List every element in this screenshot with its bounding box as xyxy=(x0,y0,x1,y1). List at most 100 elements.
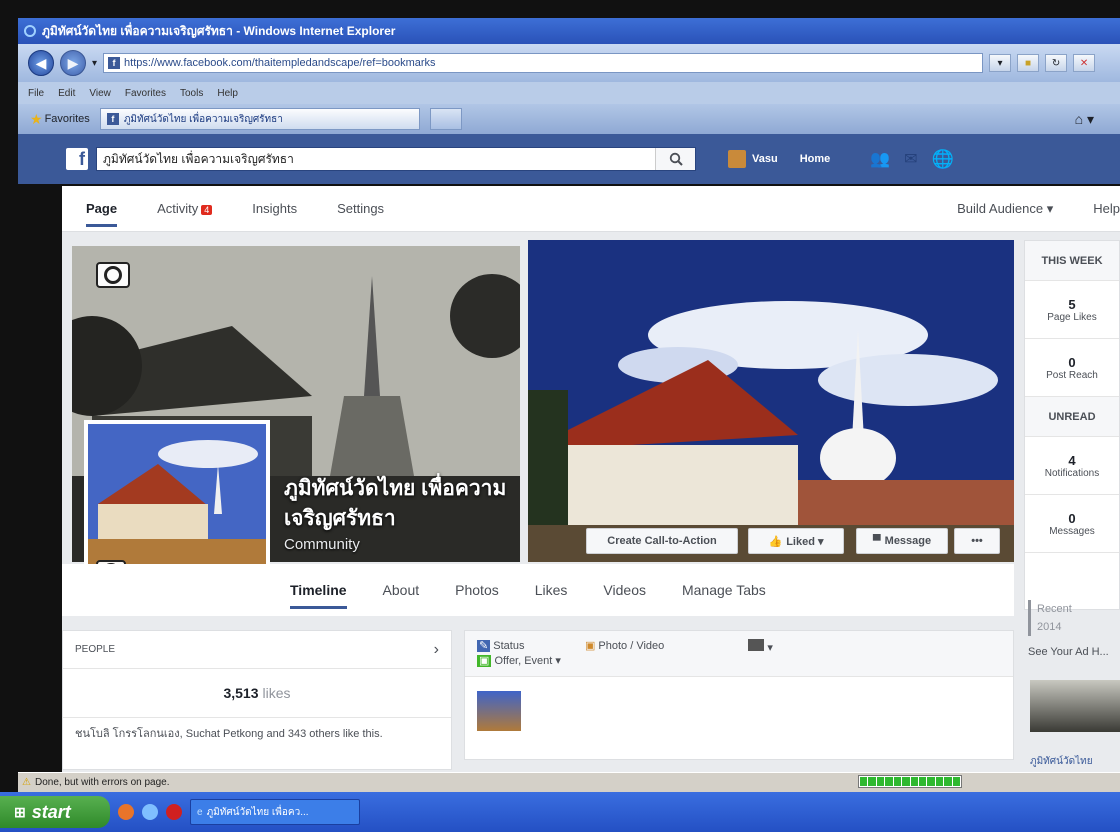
tab-videos[interactable]: Videos xyxy=(603,582,646,598)
composer-avatar xyxy=(477,691,521,731)
messages-label: Messages xyxy=(1049,525,1095,537)
post-as-selector[interactable]: ▾ xyxy=(748,639,773,654)
year-2014[interactable]: 2014 xyxy=(1037,618,1072,636)
taskbar-item-label: ภูมิทัศน์วัดไทย เพื่อคว... xyxy=(206,806,309,818)
quicklaunch-firefox-icon[interactable] xyxy=(118,804,134,820)
ad-preview-image[interactable] xyxy=(1030,680,1120,732)
forward-button[interactable]: ▶ xyxy=(60,50,86,76)
notifications-stat[interactable]: 4 Notifications xyxy=(1025,437,1119,495)
offer-event-label: Offer, Event ▾ xyxy=(494,655,561,667)
menu-help[interactable]: Help xyxy=(217,88,238,99)
quicklaunch-ie-icon[interactable] xyxy=(142,804,158,820)
build-audience-menu[interactable]: Build Audience ▾ xyxy=(957,201,1053,217)
tab-activity[interactable]: Activity 4 xyxy=(157,201,213,216)
progress-segment xyxy=(876,777,885,786)
tab-favicon-icon: f xyxy=(106,113,119,125)
recent-nav[interactable]: Recent 2014 xyxy=(1028,600,1072,636)
message-bubble-icon: ▀ xyxy=(872,535,881,547)
warning-icon[interactable]: ⚠ xyxy=(22,777,31,788)
start-label: start xyxy=(31,801,71,822)
activity-badge: 4 xyxy=(201,205,213,215)
search-icon[interactable] xyxy=(655,148,695,170)
search-input[interactable]: ภูมิทัศน์วัดไทย เพื่อความเจริญศรัทธา xyxy=(96,147,696,171)
message-label: Message xyxy=(884,535,932,547)
favorites-button[interactable]: Favorites xyxy=(45,113,90,125)
favorites-star-icon[interactable]: ★ xyxy=(30,111,43,128)
help-link[interactable]: Help xyxy=(1093,201,1120,216)
progress-segment xyxy=(860,777,868,786)
likes-summary: 3,513 likes xyxy=(63,669,451,717)
menu-bar: File Edit View Favorites Tools Help xyxy=(18,82,1120,104)
people-header[interactable]: PEOPLE › xyxy=(63,631,451,669)
user-name-link[interactable]: Vasu xyxy=(752,153,778,165)
people-heading: PEOPLE xyxy=(75,644,116,655)
address-row: ◀ ▶ ▾ f https://www.facebook.com/thaitem… xyxy=(18,44,1120,82)
post-reach-stat[interactable]: 0 Post Reach xyxy=(1025,339,1119,397)
tab-page[interactable]: Page xyxy=(86,201,118,227)
liked-label: Liked ▾ xyxy=(786,535,824,548)
cover-photo-right xyxy=(528,240,1014,562)
address-bar[interactable]: f https://www.facebook.com/thaitempledan… xyxy=(103,53,984,73)
status-text: Done, but with errors on page. xyxy=(34,777,170,788)
quicklaunch-opera-icon[interactable] xyxy=(166,804,182,820)
more-options-button[interactable]: ••• xyxy=(954,528,1000,554)
nav-dropdown-icon[interactable]: ▾ xyxy=(92,58,97,69)
friends-like-text[interactable]: ชนโบลิ โกรรโลกนเอง, Suchat Petkong and 3… xyxy=(63,717,451,750)
notifications-icon[interactable]: 🌐 xyxy=(932,149,954,170)
menu-favorites[interactable]: Favorites xyxy=(125,88,166,99)
liked-button[interactable]: 👍 Liked ▾ xyxy=(748,528,844,554)
taskbar-ie-icon: e xyxy=(197,806,203,818)
tab-settings[interactable]: Settings xyxy=(337,201,384,216)
tab-title: ภูมิทัศน์วัดไทย เพื่อความเจริญศรัทธา xyxy=(123,113,283,125)
home-icon[interactable]: ⌂ ▾ xyxy=(1075,111,1094,128)
page-likes-stat[interactable]: 5 Page Likes xyxy=(1025,281,1119,339)
back-button[interactable]: ◀ xyxy=(28,50,54,76)
unread-heading: UNREAD xyxy=(1025,397,1119,437)
browser-tab[interactable]: f ภูมิทัศน์วัดไทย เพื่อความเจริญศรัทธา xyxy=(99,108,420,130)
home-link[interactable]: Home xyxy=(800,153,831,165)
offer-event-tab[interactable]: ▣ Offer, Event ▾ xyxy=(477,654,561,667)
photo-video-tab[interactable]: ▣ Photo / Video xyxy=(585,639,664,652)
menu-edit[interactable]: Edit xyxy=(58,88,75,99)
progress-segment xyxy=(893,777,902,786)
menu-file[interactable]: File xyxy=(28,88,44,99)
likes-count: 3,513 xyxy=(223,685,259,701)
refresh-button[interactable]: ↻ xyxy=(1045,54,1068,72)
menu-view[interactable]: View xyxy=(89,88,111,99)
post-composer: ✎ Status ▣ Offer, Event ▾ ▣ Photo / Vide… xyxy=(464,630,1014,760)
new-tab-button[interactable] xyxy=(429,108,462,130)
progress-segment xyxy=(910,777,918,786)
people-box: PEOPLE › 3,513 likes ชนโบลิ โกรรโลกนเอง,… xyxy=(62,630,452,770)
status-tab[interactable]: ✎ Status xyxy=(477,639,561,652)
create-call-to-action-button[interactable]: Create Call-to-Action xyxy=(586,528,738,554)
messages-icon[interactable]: ✉ xyxy=(904,149,917,169)
tab-likes[interactable]: Likes xyxy=(535,582,568,598)
tab-manage-tabs[interactable]: Manage Tabs xyxy=(682,582,766,598)
likes-word: likes xyxy=(262,685,291,701)
user-avatar[interactable] xyxy=(728,150,746,168)
tab-insights[interactable]: Insights xyxy=(252,201,297,216)
menu-tools[interactable]: Tools xyxy=(180,88,203,99)
message-button[interactable]: ▀ Message xyxy=(856,528,948,554)
notifications-label: Notifications xyxy=(1044,467,1100,479)
photo-icon: ▣ xyxy=(584,640,596,652)
offer-icon: ▣ xyxy=(477,655,492,667)
start-button[interactable]: ⊞ start xyxy=(0,796,110,828)
tab-photos[interactable]: Photos xyxy=(455,582,499,598)
composer-text-input[interactable] xyxy=(533,691,1001,731)
change-cover-camera-icon[interactable] xyxy=(96,262,130,288)
page-likes-label: Page Likes xyxy=(1047,311,1097,323)
friend-requests-icon[interactable]: 👥 xyxy=(870,149,890,169)
lock-icon[interactable]: ■ xyxy=(1017,54,1040,72)
address-dropdown-button[interactable]: ▾ xyxy=(989,54,1012,72)
stop-button[interactable]: ✕ xyxy=(1073,54,1096,72)
facebook-logo-icon[interactable]: f xyxy=(66,148,88,170)
page-category[interactable]: Community xyxy=(284,536,360,553)
chevron-right-icon[interactable]: › xyxy=(434,641,439,659)
messages-stat[interactable]: 0 Messages xyxy=(1025,495,1119,553)
taskbar-ie-window[interactable]: e ภูมิทัศน์วัดไทย เพื่อคว... xyxy=(190,799,360,825)
progress-segment xyxy=(927,777,935,786)
tab-timeline[interactable]: Timeline xyxy=(290,582,347,609)
ad-caption[interactable]: ภูมิทัศน์วัดไทย xyxy=(1030,754,1093,769)
tab-about[interactable]: About xyxy=(383,582,420,598)
